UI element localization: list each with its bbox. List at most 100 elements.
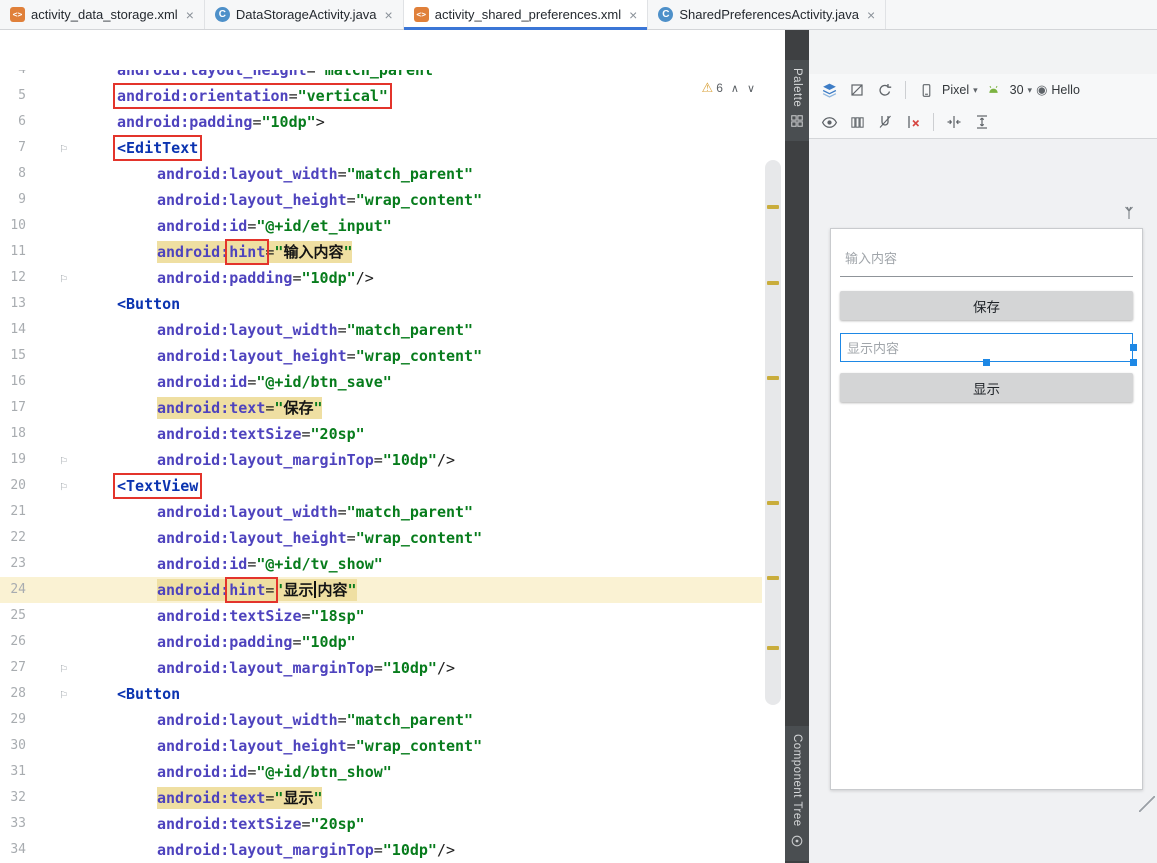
code-line[interactable]: 15 android:layout_height="wrap_content" (0, 343, 762, 369)
gutter-flag-icon[interactable]: ⚐ (60, 267, 67, 289)
blueprint-off-icon[interactable] (845, 78, 869, 102)
code-line[interactable]: 20 ⚐ <TextView (0, 473, 762, 499)
line-number: 18 (10, 426, 26, 441)
code-line[interactable]: 30 android:layout_height="wrap_content" (0, 733, 762, 759)
line-number: 4 (18, 62, 26, 77)
preview-textview-selected[interactable]: 显示内容 (840, 333, 1137, 366)
gutter (26, 603, 78, 629)
code-editor[interactable]: 4 android:layout_height="match_parent" 5 an… (0, 30, 785, 863)
gutter-flag-icon[interactable]: ⚐ (60, 475, 67, 497)
code-line[interactable]: 5 android:orientation="vertical" (0, 83, 762, 109)
code-line[interactable]: 27 ⚐ android:layout_marginTop="10dp"/> (0, 655, 762, 681)
device-selector[interactable]: Pixel ▾ (914, 78, 978, 102)
clear-constraints-icon[interactable] (901, 110, 925, 134)
preview-save-button[interactable]: 保存 (840, 291, 1133, 320)
stripe-warning-mark[interactable] (767, 646, 779, 650)
design-canvas[interactable]: 输入内容 保存 显示内容 显示 (809, 139, 1157, 863)
show-button-text: 显示 (973, 381, 1000, 397)
expand-vertical-icon[interactable] (970, 110, 994, 134)
stripe-warning-mark[interactable] (767, 281, 779, 285)
code-line[interactable]: 18 android:textSize="20sp" (0, 421, 762, 447)
gutter-flag-icon[interactable]: ⚐ (60, 657, 67, 679)
code-line[interactable]: 11 android:hint="输入内容" (0, 239, 762, 265)
code-line[interactable]: 32 android:text="显示" (0, 785, 762, 811)
code-line[interactable]: 22 android:layout_height="wrap_content" (0, 525, 762, 551)
close-icon[interactable]: × (629, 8, 637, 22)
code-line[interactable]: 21 android:layout_width="match_parent" (0, 499, 762, 525)
code-line[interactable]: 16 android:id="@+id/btn_save" (0, 369, 762, 395)
gutter (26, 785, 78, 811)
selection-handle-bottom[interactable] (982, 359, 990, 366)
stripe-warning-mark[interactable] (767, 205, 779, 209)
code-line[interactable]: 13 <Button (0, 291, 762, 317)
line-number: 33 (10, 816, 26, 831)
tab-shared-preferences-activity[interactable]: C SharedPreferencesActivity.java × (648, 0, 887, 29)
code-line[interactable]: 25 android:textSize="18sp" (0, 603, 762, 629)
gutter-flag-icon[interactable]: ⚐ (60, 137, 67, 159)
code-line[interactable]: 28 ⚐ <Button (0, 681, 762, 707)
code-line[interactable]: 19 ⚐ android:layout_marginTop="10dp"/> (0, 447, 762, 473)
code-line[interactable]: 31 android:id="@+id/btn_show" (0, 759, 762, 785)
code-line[interactable]: 26 android:padding="10dp" (0, 629, 762, 655)
view-options-eye-icon[interactable] (817, 110, 841, 134)
tool-window-strip: Palette Component Tree (785, 30, 809, 863)
code-line[interactable]: 17 android:text="保存" (0, 395, 762, 421)
pan-zoom-icon[interactable] (1121, 205, 1137, 226)
close-icon[interactable]: × (867, 8, 875, 22)
tab-activity-shared-preferences[interactable]: <> activity_shared_preferences.xml × (403, 0, 649, 30)
resize-handle[interactable] (1139, 796, 1155, 812)
api-selector[interactable]: 30 ▾ (982, 78, 1032, 102)
code-line[interactable]: 10 android:id="@+id/et_input" (0, 213, 762, 239)
component-tree-tool-tab[interactable]: Component Tree (785, 726, 809, 861)
code-line[interactable]: 7 ⚐ <EditText (0, 135, 762, 161)
code-line[interactable]: 12 ⚐ android:padding="10dp"/> (0, 265, 762, 291)
code-line[interactable]: 23 android:id="@+id/tv_show" (0, 551, 762, 577)
grid-columns-icon[interactable] (845, 110, 869, 134)
code-line[interactable]: 14 android:layout_width="match_parent" (0, 317, 762, 343)
line-number: 7 (18, 140, 26, 155)
tab-label: activity_data_storage.xml (31, 7, 178, 22)
autoconnect-off-magnet-icon[interactable] (873, 110, 897, 134)
code-line[interactable]: 9 android:layout_height="wrap_content" (0, 187, 762, 213)
selection-handle-right[interactable] (1130, 343, 1137, 351)
code-line[interactable]: 33 android:textSize="20sp" (0, 811, 762, 837)
code-line[interactable]: 34 android:layout_marginTop="10dp"/> (0, 837, 762, 863)
inspections-widget[interactable]: ⚠ 6 ∧ ∨ (702, 80, 755, 96)
textview-hint-text: 显示内容 (847, 341, 900, 356)
stripe-warning-mark[interactable] (767, 376, 779, 380)
design-surface-icon[interactable] (817, 78, 841, 102)
close-icon[interactable]: × (186, 8, 194, 22)
code-line[interactable]: 4 android:layout_height="match_parent" (0, 62, 762, 83)
theme-selector[interactable]: ◉ Hello (1036, 82, 1080, 98)
selection-handle-bottom-right[interactable] (1130, 359, 1137, 366)
next-issue-button[interactable]: ∨ (747, 82, 755, 95)
preview-show-button[interactable]: 显示 (840, 373, 1133, 402)
code-line[interactable]: 6 android:padding="10dp"> (0, 109, 762, 135)
gutter (26, 525, 78, 551)
code-line[interactable]: 8 android:layout_width="match_parent" (0, 161, 762, 187)
line-number: 23 (10, 556, 26, 571)
device-preview[interactable]: 输入内容 保存 显示内容 显示 (830, 228, 1143, 790)
palette-tool-tab[interactable]: Palette (785, 60, 809, 142)
tab-data-storage-activity[interactable]: C DataStorageActivity.java × (205, 0, 404, 29)
code-line[interactable]: 29 android:layout_width="match_parent" (0, 707, 762, 733)
close-icon[interactable]: × (385, 8, 393, 22)
prev-issue-button[interactable]: ∧ (731, 82, 739, 95)
gutter-flag-icon[interactable]: ⚐ (60, 683, 67, 705)
line-number: 5 (18, 88, 26, 103)
tab-activity-data-storage[interactable]: <> activity_data_storage.xml × (0, 0, 205, 29)
stripe-warning-mark[interactable] (767, 501, 779, 505)
preview-edittext[interactable]: 输入内容 (840, 239, 1133, 277)
error-stripe[interactable] (762, 30, 785, 863)
code-line[interactable]: 24 android:hint="显示 内容" (0, 577, 762, 603)
warning-count[interactable]: 6 (716, 81, 723, 95)
orientation-icon[interactable] (873, 78, 897, 102)
align-horizontal-center-icon[interactable] (942, 110, 966, 134)
stripe-warning-mark[interactable] (767, 576, 779, 580)
gutter (26, 213, 78, 239)
theme-label: Hello (1051, 83, 1080, 97)
line-number: 21 (10, 504, 26, 519)
gutter-flag-icon[interactable]: ⚐ (60, 449, 67, 471)
gutter (26, 239, 78, 265)
scrollbar-thumb[interactable] (765, 160, 781, 705)
